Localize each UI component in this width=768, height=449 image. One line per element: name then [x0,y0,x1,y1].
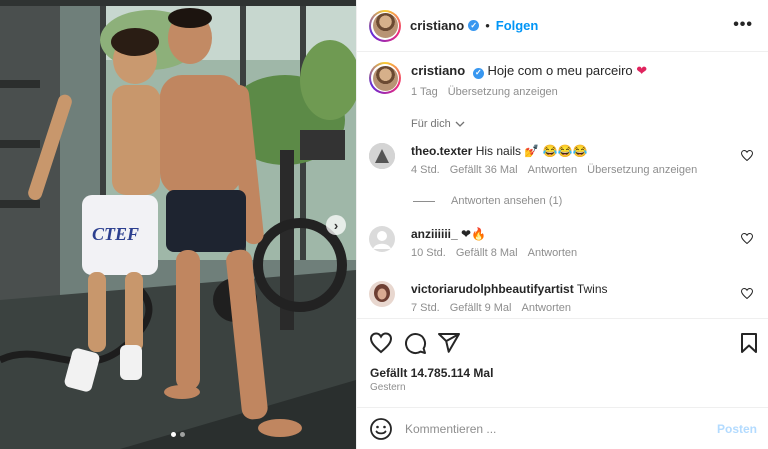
carousel-dots [0,432,356,437]
comment-likes[interactable]: Gefällt 9 Mal [450,302,512,314]
caption-text: Hoje com o meu parceiro [487,63,633,78]
comment-like-heart-icon[interactable] [741,150,753,161]
caption-author-avatar[interactable] [369,62,401,94]
comment-like-heart-icon[interactable] [741,288,753,299]
caption-emoji: ❤ [636,63,648,78]
comment-item: victoriarudolphbeautifyartist Twins 7 St… [369,281,759,314]
for-you-filter[interactable]: Für dich [411,118,465,130]
comment-item: anziiiiii_ ❤🔥 10 Std. Gefällt 8 Mal Antw… [369,226,759,259]
caption-translate-link[interactable]: Übersetzung anzeigen [448,86,558,98]
share-send-icon[interactable] [437,331,461,355]
comment-composer: Posten [357,407,768,449]
comment-reply-button[interactable]: Antworten [528,247,578,259]
comment-age[interactable]: 10 Std. [411,247,446,259]
emoji-smiley-icon[interactable] [369,417,393,441]
replies-divider [413,200,435,202]
post-comment-button[interactable]: Posten [717,422,757,436]
carousel-dot [180,432,185,437]
gym-photo-illustration: CTEF [0,0,356,449]
comment-avatar[interactable] [369,143,395,169]
follow-button[interactable]: Folgen [496,18,539,33]
for-you-label: Für dich [411,118,451,130]
comment-input[interactable] [405,421,705,436]
save-bookmark-icon[interactable] [737,331,761,355]
carousel-dot-active [171,432,176,437]
comment-meta: 4 Std. Gefällt 36 Mal Antworten Übersetz… [411,164,741,176]
comment-reply-button[interactable]: Antworten [528,164,578,176]
author-username[interactable]: cristiano [410,18,464,33]
comment-item: theo.texter His nails 💅 😂😂😂 4 Std. Gefäl… [369,143,759,176]
verified-badge-icon: ✓ [468,20,480,31]
author-avatar[interactable] [369,9,401,42]
post-action-bar [357,318,768,364]
caption-age[interactable]: 1 Tag [411,86,438,98]
comment-age[interactable]: 4 Std. [411,164,440,176]
svg-text:CTEF: CTEF [92,224,139,244]
post-caption: cristiano ✓ Hoje com o meu parceiro ❤ 1 … [369,62,759,98]
comment-reply-button[interactable]: Antworten [522,302,572,314]
view-replies-label: Antworten ansehen (1) [451,195,563,207]
comment-bubble-icon[interactable] [403,331,427,355]
comment-username[interactable]: victoriarudolphbeautifyartist [411,282,574,296]
more-options-icon[interactable]: ••• [733,16,753,34]
comment-like-heart-icon[interactable] [741,233,753,244]
comment-username[interactable]: theo.texter [411,144,472,158]
instagram-post: CTEF › cristiano ✓ • Folgen ••• cristian… [0,0,768,449]
likes-count[interactable]: Gefällt 14.785.114 Mal [370,366,493,380]
post-side-panel: cristiano ✓ • Folgen ••• cristiano ✓ Hoj… [356,0,768,449]
comment-text-line: anziiiiii_ ❤🔥 [411,226,741,242]
comment-text-line: theo.texter His nails 💅 😂😂😂 [411,143,741,159]
comment-meta: 7 Std. Gefällt 9 Mal Antworten [411,302,741,314]
caption-meta: 1 Tag Übersetzung anzeigen [411,86,647,98]
like-heart-icon[interactable] [369,331,393,355]
comment-translate-link[interactable]: Übersetzung anzeigen [587,164,697,176]
header-separator: • [485,18,490,33]
comment-avatar[interactable] [369,281,395,307]
comment-text-line: victoriarudolphbeautifyartist Twins [411,281,741,297]
caption-username[interactable]: cristiano [411,63,465,78]
caption-text-line: cristiano ✓ Hoje com o meu parceiro ❤ [411,62,647,80]
view-replies-button[interactable]: Antworten ansehen (1) [413,195,562,207]
carousel-next-button[interactable]: › [326,215,346,235]
comment-likes[interactable]: Gefällt 36 Mal [450,164,518,176]
post-date[interactable]: Gestern [370,382,406,393]
post-photo[interactable]: CTEF › [0,0,356,449]
post-header: cristiano ✓ • Folgen ••• [357,0,768,52]
comment-text: ❤🔥 [461,227,487,241]
chevron-down-icon [455,121,465,127]
comment-avatar[interactable] [369,226,395,252]
comment-text: His nails 💅 😂😂😂 [475,144,588,158]
verified-badge-icon: ✓ [472,67,484,79]
comment-username[interactable]: anziiiiii_ [411,227,458,241]
comment-text: Twins [576,282,608,296]
comment-likes[interactable]: Gefällt 8 Mal [456,247,518,259]
comment-age[interactable]: 7 Std. [411,302,440,314]
comment-meta: 10 Std. Gefällt 8 Mal Antworten [411,247,741,259]
